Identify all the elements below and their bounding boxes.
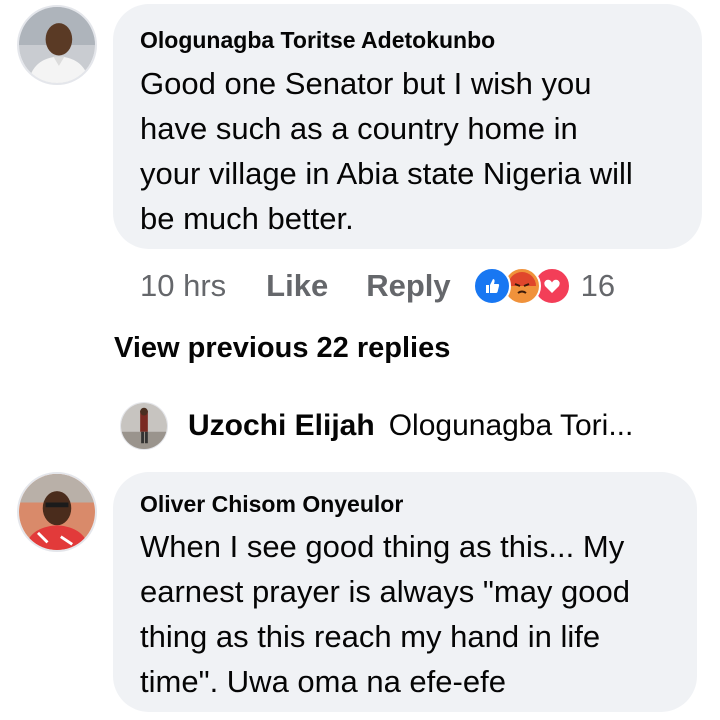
- reactions-summary[interactable]: 16: [472, 267, 616, 305]
- comment-line: have such as a country home in: [140, 111, 578, 146]
- like-icon: [472, 267, 511, 305]
- comment-timestamp[interactable]: 10 hrs: [140, 268, 226, 304]
- commenter-avatar[interactable]: [17, 5, 97, 85]
- view-previous-replies-link[interactable]: View previous 22 replies: [114, 332, 450, 365]
- commenter-avatar[interactable]: [17, 472, 97, 552]
- comment-line: When I see good thing as this... My: [140, 529, 625, 564]
- comment-line: earnest prayer is always "may good: [140, 574, 631, 609]
- comment-bubble[interactable]: Ologunagba Toritse Adetokunbo Good one S…: [113, 4, 702, 249]
- reply-author[interactable]: Uzochi Elijah: [188, 409, 375, 443]
- comment-line: your village in Abia state Nigeria will: [140, 156, 633, 191]
- reaction-count: 16: [580, 268, 616, 303]
- comment-line: be much better.: [140, 201, 354, 236]
- comment-line: time". Uwa oma na efe-efe: [140, 664, 506, 699]
- reply-avatar[interactable]: [120, 402, 168, 450]
- comment-author[interactable]: Ologunagba Toritse Adetokunbo: [140, 26, 702, 54]
- reply-preview[interactable]: Uzochi Elijah Ologunagba Tori...: [120, 402, 633, 450]
- comment-text: When I see good thing as this... My earn…: [140, 524, 697, 704]
- like-button[interactable]: Like: [266, 268, 328, 304]
- comment-line: Good one Senator but I wish you: [140, 66, 592, 101]
- reply-button[interactable]: Reply: [366, 268, 450, 304]
- comment-line: thing as this reach my hand in life: [140, 619, 601, 654]
- comment-text: Good one Senator but I wish you have suc…: [140, 61, 702, 241]
- comment-author[interactable]: Oliver Chisom Onyeulor: [140, 490, 697, 518]
- comment-actions: 10 hrs Like Reply 16: [140, 264, 615, 308]
- reply-snippet: Ologunagba Tori...: [388, 409, 634, 442]
- comment-bubble[interactable]: Oliver Chisom Onyeulor When I see good t…: [113, 472, 697, 712]
